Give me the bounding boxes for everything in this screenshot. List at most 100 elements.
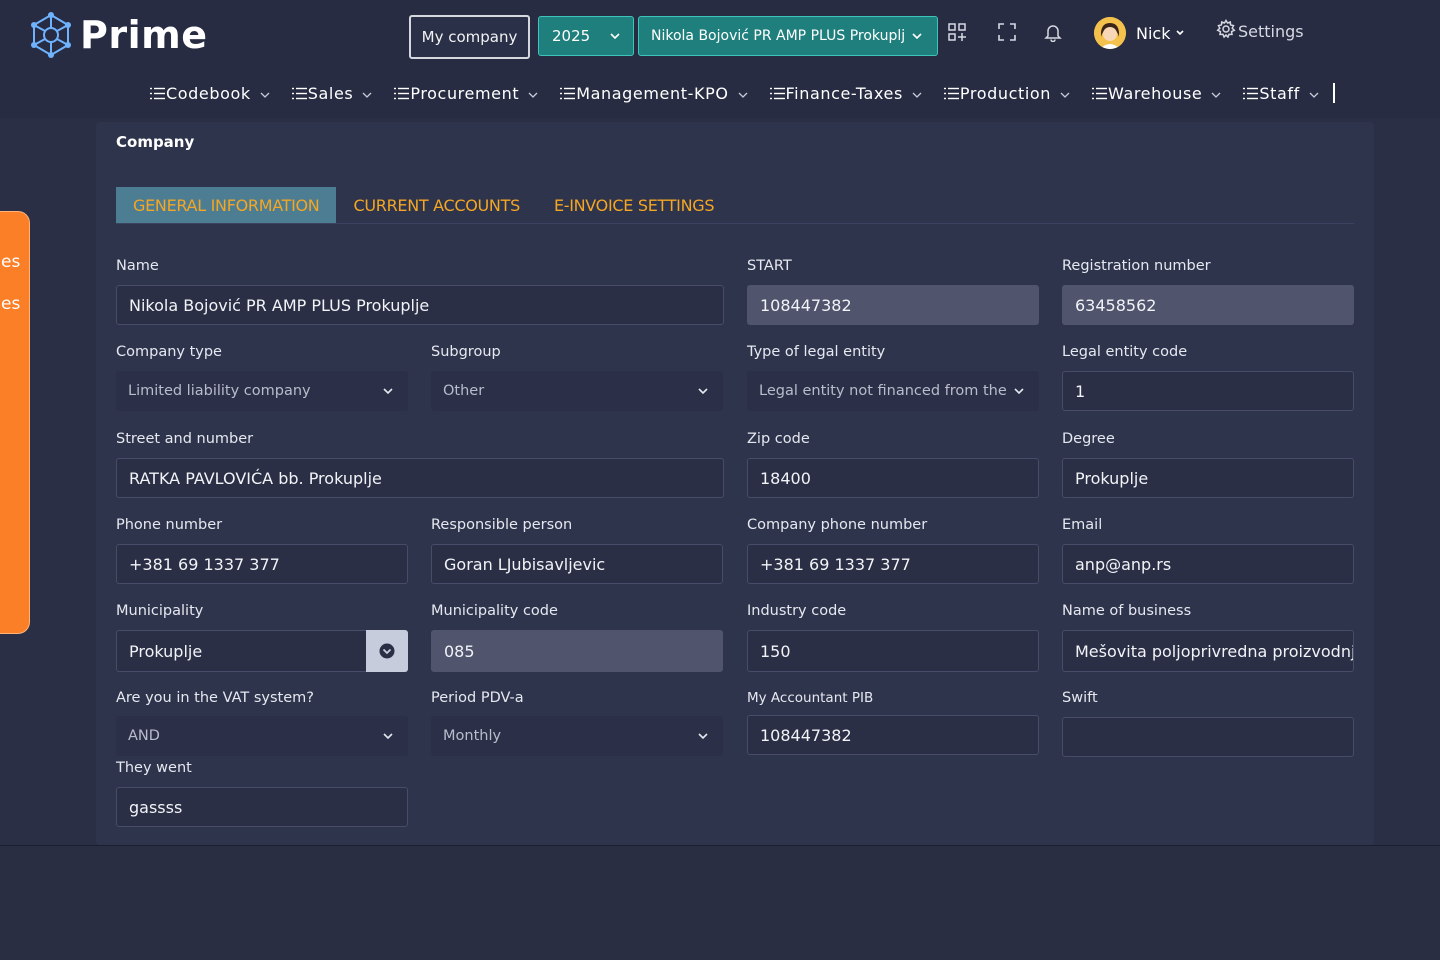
chevron-down-icon: [1060, 92, 1070, 98]
legal-entity-code-input[interactable]: 1: [1062, 371, 1354, 411]
vat-system-label: Are you in the VAT system?: [116, 690, 314, 706]
swift-input[interactable]: [1062, 717, 1354, 757]
tab-bar: GENERAL INFORMATION CURRENT ACCOUNTS E-I…: [116, 187, 731, 224]
chevron-down-icon: [610, 33, 620, 40]
tab-general-information[interactable]: GENERAL INFORMATION: [116, 187, 337, 224]
vat-system-select[interactable]: AND: [116, 716, 408, 756]
chevron-down-icon: [1014, 388, 1024, 395]
menu-item-staff[interactable]: Staff: [1243, 84, 1319, 103]
they-went-label: They went: [116, 760, 192, 776]
pdv-period-value: Monthly: [443, 728, 502, 744]
name-input[interactable]: Nikola Bojović PR AMP PLUS Prokuplje: [116, 285, 724, 325]
pdv-period-label: Period PDV-a: [431, 690, 524, 706]
tab-current-accounts[interactable]: CURRENT ACCOUNTS: [336, 187, 536, 224]
municipality-code-label: Municipality code: [431, 603, 558, 619]
chevron-down-icon: [698, 733, 708, 740]
menu-item-production[interactable]: Production: [943, 83, 1070, 103]
app-logo[interactable]: Prime: [28, 12, 207, 58]
responsible-person-label: Responsible person: [431, 517, 573, 533]
pdv-period-select[interactable]: Monthly: [431, 716, 723, 756]
street-input[interactable]: RATKA PAVLOVIĆA bb. Prokuplje: [116, 458, 724, 498]
tab-divider: [116, 223, 1354, 224]
side-tab-text: es: [1, 252, 21, 272]
list-icon: [394, 87, 410, 99]
industry-code-label: Industry code: [747, 603, 847, 619]
responsible-person-input[interactable]: Goran LJubisavljevic: [431, 544, 723, 584]
menu-item-codebook[interactable]: Codebook: [150, 84, 270, 103]
user-avatar-icon: [1094, 17, 1126, 49]
municipality-dropdown-button[interactable]: [366, 630, 408, 672]
street-label: Street and number: [116, 431, 254, 447]
chevron-down-icon: [362, 92, 372, 98]
year-select[interactable]: 2025: [538, 16, 634, 56]
user-name[interactable]: Nick: [1136, 24, 1170, 43]
menu-item-finance-taxes[interactable]: Finance-Taxes: [769, 83, 922, 103]
menu-item-procurement[interactable]: Procurement: [394, 84, 538, 103]
chevron-down-icon: [383, 388, 393, 395]
menu-divider: [1332, 83, 1335, 103]
page-footer-area: [0, 845, 1440, 960]
settings-link[interactable]: Settings: [1216, 18, 1304, 41]
company-select[interactable]: Nikola Bojović PR AMP PLUS Prokuplj: [638, 16, 938, 56]
menu-label: Sales: [307, 83, 354, 103]
industry-code-input[interactable]: 150: [747, 630, 1039, 672]
page-title: Company: [116, 133, 195, 151]
fullscreen-icon[interactable]: [997, 22, 1017, 42]
my-company-button[interactable]: My company: [409, 15, 530, 59]
list-icon: [560, 87, 576, 99]
tab-e-invoice-settings[interactable]: E-INVOICE SETTINGS: [537, 187, 731, 224]
apps-add-icon[interactable]: [947, 22, 967, 42]
legal-entity-type-label: Type of legal entity: [747, 344, 886, 360]
year-select-value: 2025: [552, 27, 591, 45]
main-menu: Codebook Sales Procurement Management-KP…: [150, 82, 1335, 104]
registration-number-label: Registration number: [1062, 258, 1211, 274]
list-icon: [1243, 87, 1259, 99]
bell-icon[interactable]: [1043, 22, 1063, 42]
menu-item-warehouse[interactable]: Warehouse: [1092, 84, 1221, 103]
chevron-down-icon: [912, 92, 922, 98]
accountant-pib-label: My Accountant PIB: [747, 690, 874, 706]
company-select-value: Nikola Bojović PR AMP PLUS Prokuplj: [651, 28, 906, 44]
menu-item-management-kpo[interactable]: Management-KPO: [560, 84, 747, 103]
company-phone-input[interactable]: +381 69 1337 377: [747, 544, 1039, 584]
business-name-input[interactable]: Mešovita poljoprivredna proizvodnja: [1062, 630, 1354, 672]
menu-label: Staff: [1259, 83, 1300, 103]
phone-label: Phone number: [116, 517, 223, 533]
menu-label: Production: [959, 83, 1052, 103]
they-went-input[interactable]: gassss: [116, 787, 408, 827]
email-input[interactable]: anp@anp.rs: [1062, 544, 1354, 584]
settings-label: Settings: [1238, 22, 1304, 41]
list-icon: [291, 87, 307, 99]
app-name: Prime: [80, 13, 208, 57]
list-icon: [1092, 87, 1108, 99]
menu-label: Finance-Taxes: [785, 83, 903, 103]
legal-entity-type-select[interactable]: Legal entity not financed from the bu: [747, 371, 1039, 411]
chevron-down-icon: [698, 388, 708, 395]
degree-input[interactable]: Prokuplje: [1062, 458, 1354, 498]
side-tab-text: es: [1, 294, 21, 314]
chevron-down-icon: [383, 733, 393, 740]
chevron-down-icon: [528, 92, 538, 98]
legal-entity-type-value: Legal entity not financed from the bu: [759, 383, 1009, 399]
subgroup-select[interactable]: Other: [431, 371, 723, 411]
company-type-select[interactable]: Limited liability company: [116, 371, 408, 411]
municipality-code-input: 085: [431, 630, 723, 672]
municipality-label: Municipality: [116, 603, 204, 619]
phone-input[interactable]: +381 69 1337 377: [116, 544, 408, 584]
menu-label: Warehouse: [1108, 83, 1203, 103]
chevron-down-icon: [1211, 92, 1221, 98]
zip-code-input[interactable]: 18400: [747, 458, 1039, 498]
menu-item-sales[interactable]: Sales: [291, 83, 373, 103]
accountant-pib-input[interactable]: 108447382: [747, 715, 1039, 755]
side-drawer-tab[interactable]: es es: [0, 211, 30, 634]
municipality-input[interactable]: Prokuplje: [116, 630, 368, 672]
user-avatar[interactable]: [1094, 17, 1126, 49]
list-icon: [150, 87, 165, 99]
chevron-down-icon: [1309, 92, 1319, 98]
chevron-down-icon[interactable]: [1175, 28, 1185, 38]
email-label: Email: [1062, 517, 1103, 533]
network-logo-icon: [31, 12, 71, 58]
legal-entity-code-label: Legal entity code: [1062, 344, 1188, 360]
company-type-value: Limited liability company: [128, 383, 311, 399]
degree-label: Degree: [1062, 431, 1115, 447]
